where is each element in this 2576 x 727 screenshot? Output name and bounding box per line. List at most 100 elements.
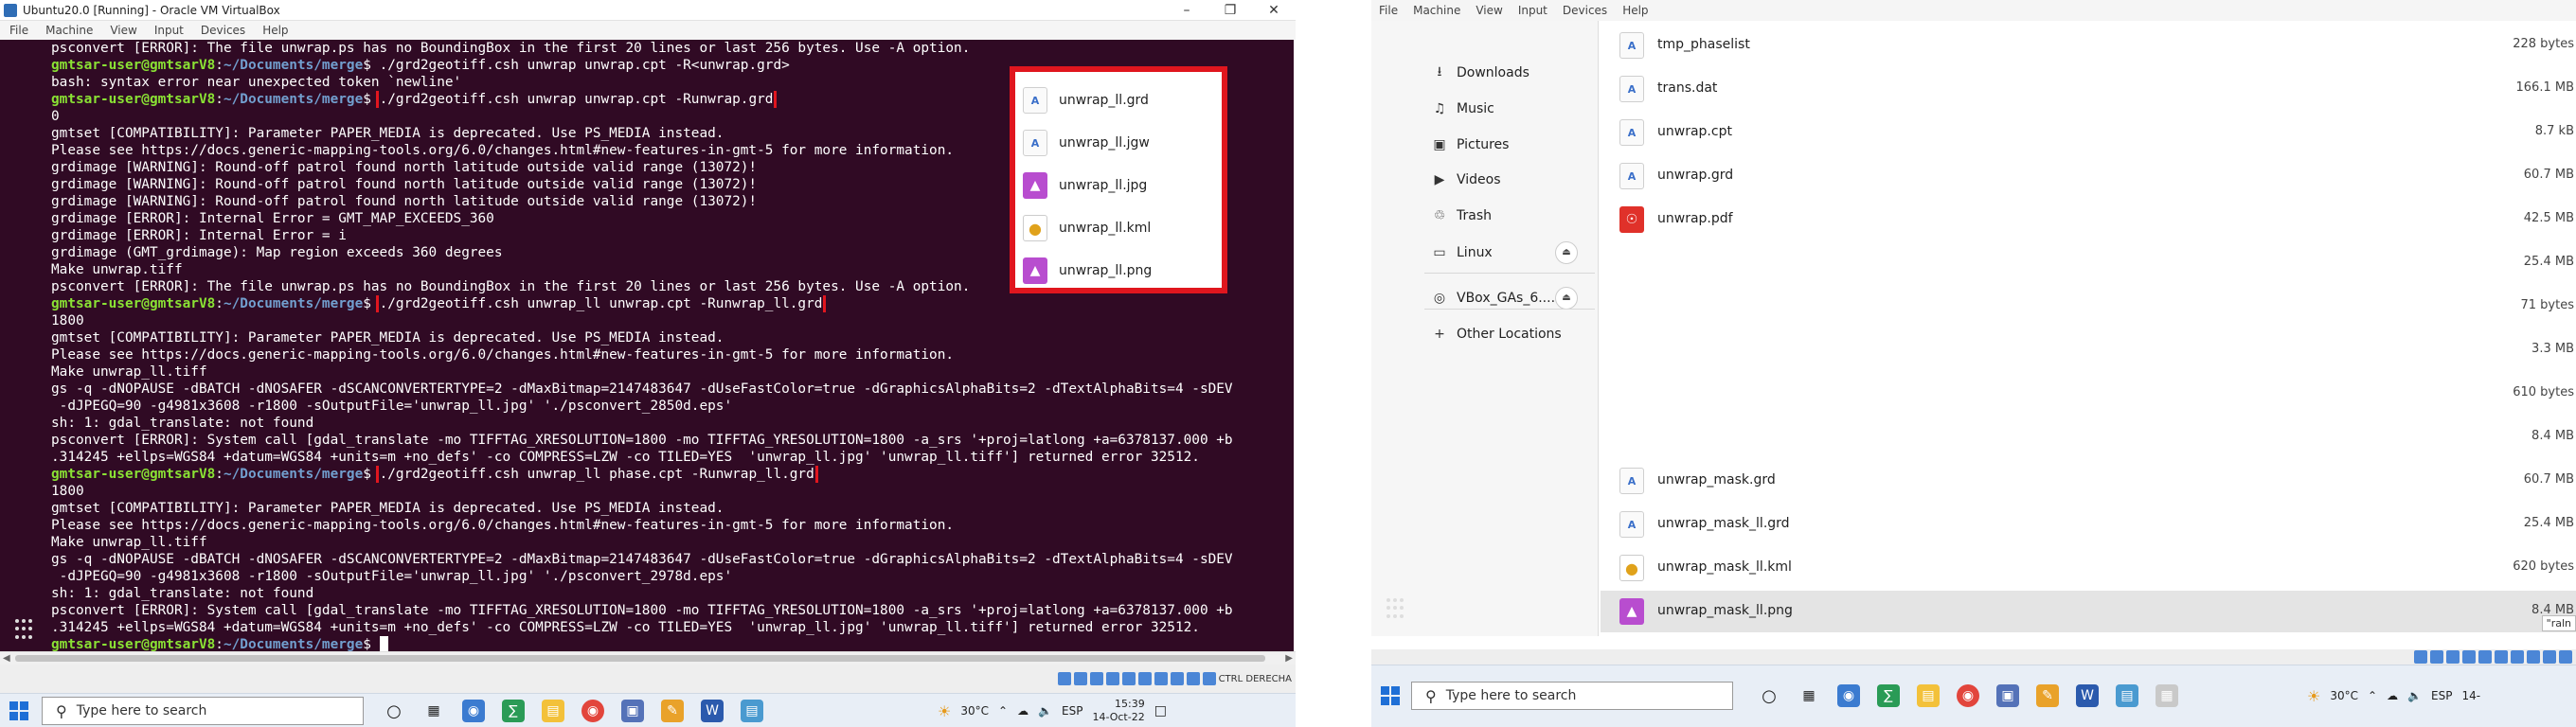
popup-file-item[interactable]: ▲ unwrap_ll.jpg xyxy=(1023,168,1147,203)
close-icon[interactable]: ✕ xyxy=(1252,0,1296,21)
menu-input[interactable]: Input xyxy=(154,21,184,40)
display-icon[interactable] xyxy=(1154,672,1168,685)
hdd-icon[interactable] xyxy=(1057,672,1071,685)
cortana-icon[interactable]: ○ xyxy=(383,700,405,722)
network-icon[interactable] xyxy=(1105,672,1119,685)
notepad-icon[interactable]: ▤ xyxy=(741,700,763,722)
scroll-left-icon[interactable]: ◀ xyxy=(3,652,10,665)
display-icon[interactable] xyxy=(2511,650,2524,664)
optical-icon[interactable] xyxy=(1073,672,1087,685)
network-tray-icon[interactable]: ☁ xyxy=(1017,704,1029,718)
show-apps-icon[interactable] xyxy=(15,619,36,640)
recording-icon[interactable] xyxy=(2527,650,2540,664)
file-explorer-icon[interactable]: ▤ xyxy=(1917,684,1940,707)
shared-folder-icon[interactable] xyxy=(1137,672,1152,685)
word-icon[interactable]: W xyxy=(701,700,724,722)
sidebar-item[interactable]: ♲ Trash xyxy=(1432,202,1492,230)
cpu-icon[interactable] xyxy=(1186,672,1200,685)
menu-machine[interactable]: Machine xyxy=(1413,0,1460,21)
optical-icon[interactable] xyxy=(2430,650,2443,664)
restore-icon[interactable]: ❐ xyxy=(1208,0,1252,21)
chrome-icon[interactable]: ◉ xyxy=(1957,684,1979,707)
sidebar-item[interactable]: ▣ Pictures xyxy=(1432,131,1509,159)
word-icon[interactable]: W xyxy=(2076,684,2099,707)
file-row[interactable]: Atrans.dat 166.1 MB xyxy=(1601,68,2576,110)
eject-icon[interactable]: ⏏ xyxy=(1555,241,1578,264)
minimize-icon[interactable]: – xyxy=(1165,0,1208,21)
scroll-right-icon[interactable]: ▶ xyxy=(1285,652,1293,665)
clock[interactable]: 15:39 14-Oct-22 xyxy=(1092,698,1144,724)
file-row[interactable]: ▲ unwrap_mask_ll.png 8.4 MB xyxy=(1601,591,2576,632)
calculator-icon[interactable]: ∑ xyxy=(502,700,525,722)
recording-icon[interactable] xyxy=(1170,672,1184,685)
taskbar-search[interactable]: ⚲ Type here to search xyxy=(42,697,364,725)
virtualbox-app-icon[interactable]: ▣ xyxy=(1996,684,2019,707)
menu-input[interactable]: Input xyxy=(1518,0,1547,21)
taskbar-search[interactable]: ⚲ Type here to search xyxy=(1411,682,1733,710)
notepad-icon[interactable]: ▤ xyxy=(2116,684,2138,707)
chevron-up-icon[interactable]: ⌃ xyxy=(2368,689,2377,702)
paint-icon[interactable]: ✎ xyxy=(661,700,684,722)
menu-help[interactable]: Help xyxy=(262,21,288,40)
volume-icon[interactable]: 🔈 xyxy=(1038,704,1052,718)
notification-icon[interactable]: □ xyxy=(1154,703,1167,718)
clock-date[interactable]: 14- xyxy=(2461,689,2480,702)
language-label[interactable]: ESP xyxy=(1062,704,1082,718)
photos-icon[interactable]: ◉ xyxy=(462,700,485,722)
popup-file-item[interactable]: Aunwrap_ll.grd xyxy=(1023,83,1149,117)
calculator-icon[interactable]: ∑ xyxy=(1877,684,1900,707)
file-row[interactable]: ☉ unwrap.pdf 42.5 MB xyxy=(1601,199,2576,240)
photos-icon[interactable]: ◉ xyxy=(1837,684,1860,707)
file-row[interactable]: 25.4 MB xyxy=(1601,242,2576,284)
menu-help[interactable]: Help xyxy=(1622,0,1648,21)
usb-icon[interactable] xyxy=(1121,672,1136,685)
show-apps-icon[interactable] xyxy=(1386,598,1407,619)
chrome-icon[interactable]: ◉ xyxy=(581,700,604,722)
task-view-icon[interactable]: ▦ xyxy=(422,700,445,722)
file-row[interactable]: 8.4 MB xyxy=(1601,417,2576,458)
sidebar-item[interactable]: ♫ Music xyxy=(1432,95,1494,123)
app-icon[interactable]: ▦ xyxy=(2156,684,2178,707)
cortana-icon[interactable]: ○ xyxy=(1758,684,1780,707)
audio-icon[interactable] xyxy=(1089,672,1103,685)
file-row[interactable]: ● unwrap_mask_ll.kml 620 bytes xyxy=(1601,547,2576,589)
audio-icon[interactable] xyxy=(2446,650,2460,664)
windows-start-icon[interactable] xyxy=(1381,686,1400,705)
scrollbar-thumb[interactable] xyxy=(15,655,1265,662)
virtualbox-app-icon[interactable]: ▣ xyxy=(621,700,644,722)
mouse-icon[interactable] xyxy=(1202,672,1216,685)
terminal[interactable]: psconvert [ERROR]: The file unwrap.ps ha… xyxy=(0,40,1294,651)
file-row[interactable]: Aunwrap.grd 60.7 MB xyxy=(1601,155,2576,197)
file-row[interactable]: Aunwrap_mask_ll.grd 25.4 MB xyxy=(1601,504,2576,545)
horizontal-scrollbar[interactable]: ◀ ▶ xyxy=(0,651,1296,665)
sidebar-item[interactable]: ⭳ Downloads xyxy=(1432,59,1530,87)
hdd-icon[interactable] xyxy=(2414,650,2427,664)
file-row[interactable]: 71 bytes xyxy=(1601,286,2576,328)
menu-view[interactable]: View xyxy=(110,21,136,40)
menu-devices[interactable]: Devices xyxy=(201,21,245,40)
eject-icon[interactable]: ⏏ xyxy=(1555,287,1578,310)
file-row[interactable]: Aunwrap.cpt 8.7 kB xyxy=(1601,112,2576,153)
chevron-up-icon[interactable]: ⌃ xyxy=(998,704,1008,718)
menu-file[interactable]: File xyxy=(9,21,28,40)
language-label[interactable]: ESP xyxy=(2431,689,2452,702)
volume-icon[interactable]: 🔈 xyxy=(2407,689,2422,702)
sidebar-item[interactable]: + Other Locations xyxy=(1432,320,1562,348)
menu-view[interactable]: View xyxy=(1476,0,1502,21)
file-row[interactable]: 610 bytes xyxy=(1601,373,2576,415)
popup-file-item[interactable]: ● unwrap_ll.kml xyxy=(1023,211,1151,245)
popup-file-item[interactable]: Aunwrap_ll.jgw xyxy=(1023,126,1150,160)
paint-icon[interactable]: ✎ xyxy=(2036,684,2059,707)
usb-icon[interactable] xyxy=(2478,650,2492,664)
file-row[interactable]: 3.3 MB xyxy=(1601,329,2576,371)
file-row[interactable]: Aunwrap_mask.grd 60.7 MB xyxy=(1601,460,2576,502)
menu-file[interactable]: File xyxy=(1379,0,1398,21)
sidebar-item[interactable]: ▶ Videos xyxy=(1432,166,1501,194)
menu-devices[interactable]: Devices xyxy=(1563,0,1607,21)
sidebar-item[interactable]: ▭ Linux xyxy=(1432,239,1492,267)
network-tray-icon[interactable]: ☁ xyxy=(2387,689,2398,702)
file-explorer-icon[interactable]: ▤ xyxy=(542,700,564,722)
mouse-icon[interactable] xyxy=(2559,650,2572,664)
network-icon[interactable] xyxy=(2462,650,2476,664)
popup-file-item[interactable]: ▲ unwrap_ll.png xyxy=(1023,254,1152,288)
